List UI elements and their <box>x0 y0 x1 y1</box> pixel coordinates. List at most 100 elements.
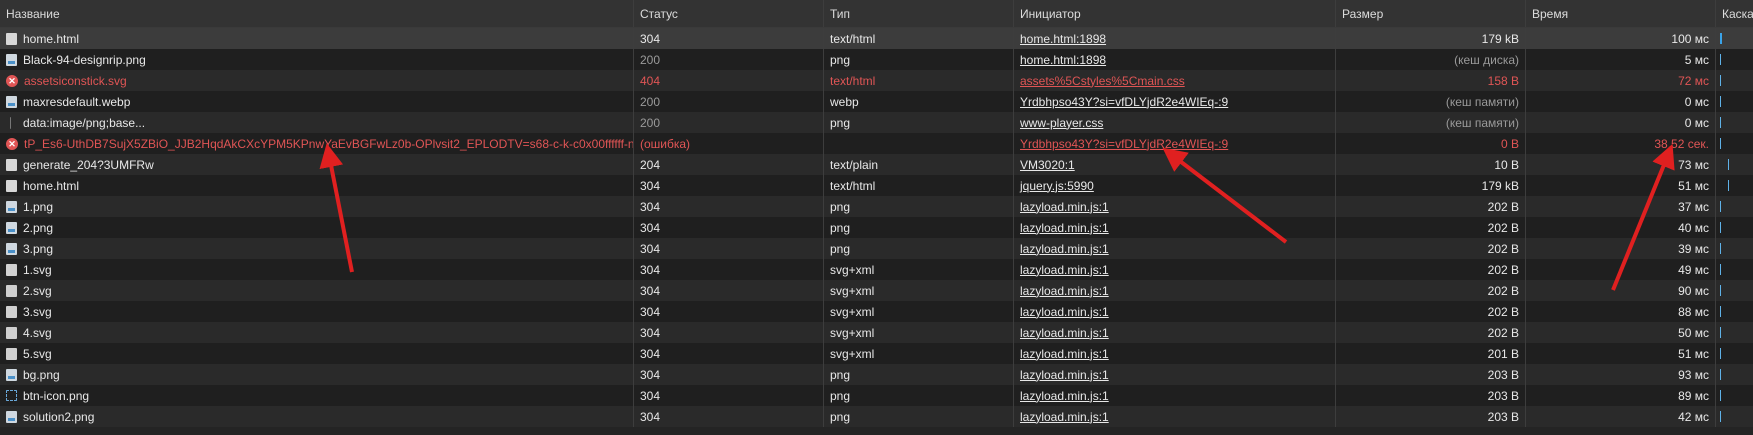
table-row[interactable]: home.html 304 text/html home.html:1898 179 k… <box>0 28 1753 49</box>
cell-initiator-text[interactable]: lazyload.min.js:1 <box>1020 389 1109 403</box>
svg-icon <box>6 326 17 339</box>
table-row[interactable]: ✕ assetsiconstick.svg 404 text/html assets%5… <box>0 70 1753 91</box>
table-row[interactable]: data:image/png;base... 200 png www-player.c… <box>0 112 1753 133</box>
cell-type-text: svg+xml <box>830 283 875 298</box>
column-header-initiator[interactable]: Инициатор <box>1014 0 1336 27</box>
cell-size: 202 B <box>1336 217 1526 238</box>
cell-name-text: 3.svg <box>23 304 52 319</box>
cell-time: 73 мс <box>1526 154 1716 175</box>
cell-initiator-text[interactable]: lazyload.min.js:1 <box>1020 200 1109 214</box>
cell-time-text: 100 мс <box>1671 31 1709 46</box>
cell-type-text: png <box>830 388 851 403</box>
cell-type-text: text/html <box>830 31 876 46</box>
cell-status-text: 200 <box>640 52 661 67</box>
cell-size-text: 202 B <box>1487 199 1519 214</box>
svg-icon <box>6 263 17 276</box>
cell-type-text: png <box>830 52 851 67</box>
table-row[interactable]: 4.svg 304 svg+xml lazyload.min.js:1 202 B 50 … <box>0 322 1753 343</box>
column-header-type[interactable]: Тип <box>824 0 1014 27</box>
cell-initiator-text[interactable]: lazyload.min.js:1 <box>1020 305 1109 319</box>
column-header-name[interactable]: Название <box>0 0 634 27</box>
table-row[interactable]: btn-icon.png 304 png lazyload.min.js:1 203 B… <box>0 385 1753 406</box>
table-row[interactable]: ✕ tP_Es6-UthDB7SujX5ZBiO_JJB2HqdAkCXcYPM5… <box>0 133 1753 154</box>
cell-status: 304 <box>634 238 824 259</box>
cell-name: home.html <box>0 28 634 49</box>
cell-initiator-text[interactable]: lazyload.min.js:1 <box>1020 242 1109 256</box>
table-row[interactable]: 1.png 304 png lazyload.min.js:1 202 B 37 мс <box>0 196 1753 217</box>
cell-initiator-text[interactable]: lazyload.min.js:1 <box>1020 410 1109 424</box>
cell-time-text: 51 мс <box>1678 346 1709 361</box>
cell-status: (ошибка) <box>634 133 824 154</box>
cell-status: 404 <box>634 70 824 91</box>
file-icon <box>6 158 17 171</box>
table-row[interactable]: solution2.png 304 png lazyload.min.js:1 203 … <box>0 406 1753 427</box>
table-row[interactable]: 3.png 304 png lazyload.min.js:1 202 B 39 мс <box>0 238 1753 259</box>
cell-size: (кеш памяти) <box>1336 112 1526 133</box>
cell-waterfall <box>1716 175 1753 196</box>
cell-size: 202 B <box>1336 259 1526 280</box>
cell-time: 49 мс <box>1526 259 1716 280</box>
cell-name: 3.png <box>0 238 634 259</box>
table-row[interactable]: generate_204?3UMFRw 204 text/plain VM3020:1… <box>0 154 1753 175</box>
column-header-waterfall[interactable]: Каскад <box>1716 0 1753 27</box>
cell-initiator-text[interactable]: Yrdbhpso43Y?si=vfDLYjdR2e4WIEq-:9 <box>1020 137 1228 151</box>
cell-initiator-text[interactable]: lazyload.min.js:1 <box>1020 263 1109 277</box>
cell-time-text: 0 мс <box>1684 115 1709 130</box>
table-row[interactable]: maxresdefault.webp 200 webp Yrdbhpso43Y?si=… <box>0 91 1753 112</box>
table-row[interactable]: bg.png 304 png lazyload.min.js:1 203 B 93 мс <box>0 364 1753 385</box>
table-row[interactable]: 2.svg 304 svg+xml lazyload.min.js:1 202 B 90 … <box>0 280 1753 301</box>
cell-initiator-text[interactable]: Yrdbhpso43Y?si=vfDLYjdR2e4WIEq-:9 <box>1020 95 1228 109</box>
waterfall-bar <box>1720 327 1721 338</box>
cell-type: svg+xml <box>824 259 1014 280</box>
cell-size-text: 202 B <box>1487 325 1519 340</box>
cell-waterfall <box>1716 406 1753 427</box>
image-icon <box>6 410 17 423</box>
cell-initiator: lazyload.min.js:1 <box>1014 385 1336 406</box>
cell-initiator-text[interactable]: home.html:1898 <box>1020 32 1106 46</box>
cell-time: 51 мс <box>1526 175 1716 196</box>
cell-waterfall <box>1716 238 1753 259</box>
cell-waterfall <box>1716 154 1753 175</box>
cell-time-text: 50 мс <box>1678 325 1709 340</box>
cell-name: 3.svg <box>0 301 634 322</box>
cell-status: 304 <box>634 259 824 280</box>
cell-name-text: home.html <box>23 31 80 46</box>
waterfall-bar <box>1720 222 1721 233</box>
cell-time-text: 72 мс <box>1678 73 1709 88</box>
column-header-time[interactable]: Время <box>1526 0 1716 27</box>
table-row[interactable]: 3.svg 304 svg+xml lazyload.min.js:1 202 B 88 … <box>0 301 1753 322</box>
cell-initiator-text[interactable]: lazyload.min.js:1 <box>1020 347 1109 361</box>
svg-icon <box>6 284 17 297</box>
table-row[interactable]: home.html 304 text/html jquery.js:5990 179 k… <box>0 175 1753 196</box>
cell-time: 39 мс <box>1526 238 1716 259</box>
cell-initiator-text[interactable]: lazyload.min.js:1 <box>1020 284 1109 298</box>
cell-status-text: 304 <box>640 367 661 382</box>
cell-time-text: 5 мс <box>1684 52 1709 67</box>
cell-initiator-text[interactable]: lazyload.min.js:1 <box>1020 368 1109 382</box>
cell-time: 100 мс <box>1526 28 1716 49</box>
cell-type-text: svg+xml <box>830 325 875 340</box>
cell-status-text: 304 <box>640 304 661 319</box>
cell-initiator-text[interactable]: home.html:1898 <box>1020 53 1106 67</box>
cell-type: png <box>824 238 1014 259</box>
cell-initiator-text[interactable]: www-player.css <box>1020 116 1103 130</box>
column-header-status[interactable]: Статус <box>634 0 824 27</box>
cell-initiator: lazyload.min.js:1 <box>1014 406 1336 427</box>
column-header-size[interactable]: Размер <box>1336 0 1526 27</box>
cell-initiator-text[interactable]: lazyload.min.js:1 <box>1020 221 1109 235</box>
cell-initiator-text[interactable]: VM3020:1 <box>1020 158 1075 172</box>
table-row[interactable]: 5.svg 304 svg+xml lazyload.min.js:1 201 B 51 … <box>0 343 1753 364</box>
cell-status-text: 200 <box>640 115 661 130</box>
table-row[interactable]: 2.png 304 png lazyload.min.js:1 202 B 40 мс <box>0 217 1753 238</box>
cell-initiator-text[interactable]: jquery.js:5990 <box>1020 179 1094 193</box>
cell-initiator-text[interactable]: lazyload.min.js:1 <box>1020 326 1109 340</box>
table-row[interactable]: 1.svg 304 svg+xml lazyload.min.js:1 202 B 49 … <box>0 259 1753 280</box>
cell-waterfall <box>1716 343 1753 364</box>
cell-initiator: jquery.js:5990 <box>1014 175 1336 196</box>
svg-icon <box>6 347 17 360</box>
table-row[interactable]: Black-94-designrip.png 200 png home.html:18… <box>0 49 1753 70</box>
cell-time: 93 мс <box>1526 364 1716 385</box>
cell-time-text: 93 мс <box>1678 367 1709 382</box>
cell-initiator-text[interactable]: assets%5Cstyles%5Cmain.css <box>1020 74 1185 88</box>
cell-size-text: 203 B <box>1487 367 1519 382</box>
